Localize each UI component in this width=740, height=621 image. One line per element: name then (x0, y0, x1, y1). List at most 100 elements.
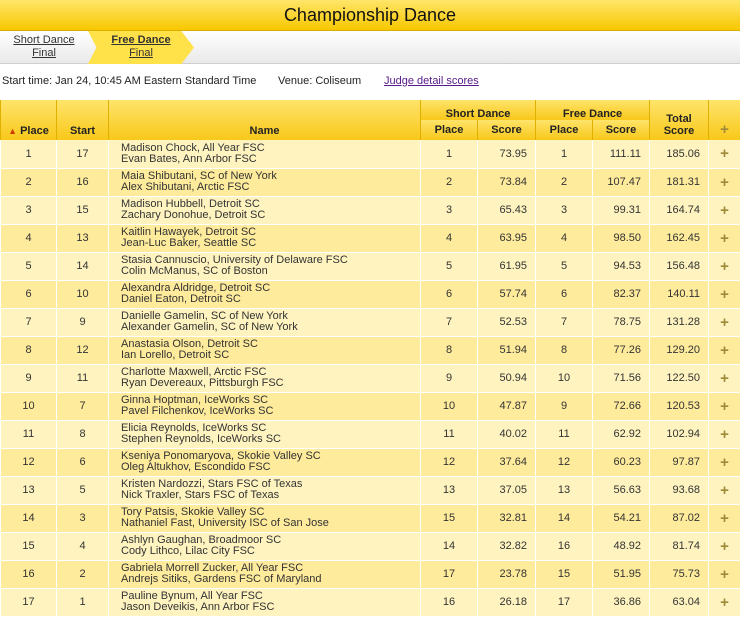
plus-icon[interactable]: + (720, 314, 729, 331)
cell-fd-place: 13 (535, 476, 594, 505)
cell-expand[interactable]: + (708, 252, 740, 281)
cell-expand[interactable]: + (708, 448, 740, 477)
plus-icon[interactable]: + (720, 202, 729, 219)
table-row[interactable]: 2 16 Maia Shibutani, SC of New York Alex Sh… (0, 168, 740, 197)
plus-icon[interactable]: + (720, 594, 729, 611)
plus-icon[interactable]: + (720, 342, 729, 359)
table-row[interactable]: 16 2 Gabriela Morrell Zucker, All Year FSC… (0, 560, 740, 589)
tab-short-dance-sub[interactable]: Final (0, 47, 88, 60)
header-sd-score[interactable]: Score (476, 120, 537, 140)
cell-expand[interactable]: + (708, 392, 740, 421)
cell-expand[interactable]: + (708, 560, 740, 589)
cell-fd-score: 36.86 (592, 588, 651, 617)
cell-expand[interactable]: + (708, 224, 740, 253)
page-title: Championship Dance (0, 0, 740, 31)
cell-expand[interactable]: + (708, 504, 740, 533)
cell-expand[interactable]: + (708, 420, 740, 449)
table-row[interactable]: 13 5 Kristen Nardozzi, Stars FSC of Texas N… (0, 476, 740, 505)
plus-icon[interactable]: + (720, 258, 729, 275)
header-free-dance: Free Dance (535, 100, 651, 120)
plus-icon[interactable]: + (720, 538, 729, 555)
cell-start: 2 (56, 560, 109, 589)
table-row[interactable]: 6 10 Alexandra Aldridge, Detroit SC Daniel … (0, 280, 740, 309)
judge-detail-link[interactable]: Judge detail scores (384, 72, 479, 90)
plus-icon[interactable]: + (720, 230, 729, 247)
header-fd-score[interactable]: Score (592, 120, 651, 140)
plus-icon[interactable]: + (720, 482, 729, 499)
cell-expand[interactable]: + (708, 532, 740, 561)
header-fd-place[interactable]: Place (535, 120, 594, 140)
cell-start: 4 (56, 532, 109, 561)
plus-icon[interactable]: + (720, 145, 729, 162)
tab-short-dance-label[interactable]: Short Dance (0, 34, 88, 47)
cell-total: 102.94 (649, 420, 710, 449)
cell-expand[interactable]: + (708, 364, 740, 393)
cell-place: 11 (0, 420, 57, 449)
plus-icon[interactable]: + (720, 370, 729, 387)
cell-expand[interactable]: + (708, 336, 740, 365)
cell-sd-place: 14 (420, 532, 478, 561)
cell-sd-place: 16 (420, 588, 478, 617)
cell-total: 181.31 (649, 168, 710, 197)
header-name[interactable]: Name (108, 100, 421, 140)
cell-fd-score: 98.50 (592, 224, 651, 253)
header-expand-all[interactable]: + (708, 100, 740, 140)
skater-2: Cody Lithco, Lilac City FSC (121, 545, 255, 557)
cell-total: 75.73 (649, 560, 710, 589)
header-sd-place[interactable]: Place (420, 120, 478, 140)
table-row[interactable]: 17 1 Pauline Bynum, All Year FSC Jason Deve… (0, 588, 740, 617)
header-short-dance: Short Dance (419, 100, 537, 120)
plus-icon[interactable]: + (720, 566, 729, 583)
skater-2: Ian Lorello, Detroit SC (121, 349, 230, 361)
tab-free-dance[interactable]: Free Dance Final (88, 31, 194, 64)
cell-fd-place: 4 (535, 224, 594, 253)
cell-expand[interactable]: + (708, 476, 740, 505)
header-total-score[interactable]: Total Score (649, 100, 710, 140)
cell-sd-score: 57.74 (476, 280, 537, 309)
cell-place: 3 (0, 196, 57, 225)
cell-sd-score: 52.53 (476, 308, 537, 337)
cell-expand[interactable]: + (708, 140, 740, 169)
cell-fd-place: 11 (535, 420, 594, 449)
skater-2: Nick Traxler, Stars FSC of Texas (121, 489, 280, 501)
plus-icon[interactable]: + (720, 426, 729, 443)
plus-icon[interactable]: + (720, 510, 729, 527)
table-row[interactable]: 11 8 Elicia Reynolds, IceWorks SC Stephen R… (0, 420, 740, 449)
cell-name: Ashlyn Gaughan, Broadmoor SC Cody Lithco,… (108, 532, 421, 561)
table-row[interactable]: 5 14 Stasia Cannuscio, University of Delaw… (0, 252, 740, 281)
table-row[interactable]: 3 15 Madison Hubbell, Detroit SC Zachary Do… (0, 196, 740, 225)
cell-expand[interactable]: + (708, 168, 740, 197)
plus-icon[interactable]: + (720, 454, 729, 471)
cell-sd-place: 4 (420, 224, 478, 253)
table-row[interactable]: 8 12 Anastasia Olson, Detroit SC Ian Lorell… (0, 336, 740, 365)
table-row[interactable]: 12 6 Kseniya Ponomaryova, Skokie Valley SC… (0, 448, 740, 477)
plus-icon[interactable]: + (720, 286, 729, 303)
header-total-line2[interactable]: Score (664, 125, 695, 137)
plus-icon[interactable]: + (720, 174, 729, 191)
tab-short-dance[interactable]: Short Dance Final (0, 31, 88, 64)
cell-expand[interactable]: + (708, 588, 740, 617)
cell-expand[interactable]: + (708, 280, 740, 309)
cell-sd-place: 9 (420, 364, 478, 393)
header-start[interactable]: Start (56, 100, 109, 140)
table-row[interactable]: 15 4 Ashlyn Gaughan, Broadmoor SC Cody Lith… (0, 532, 740, 561)
table-row[interactable]: 10 7 Ginna Hoptman, IceWorks SC Pavel Filch… (0, 392, 740, 421)
tab-free-dance-sub[interactable]: Final (88, 47, 194, 60)
table-row[interactable]: 1 17 Madison Chock, All Year FSC Evan Bates… (0, 140, 740, 169)
table-row[interactable]: 9 11 Charlotte Maxwell, Arctic FSC Ryan Dev… (0, 364, 740, 393)
cell-sd-place: 2 (420, 168, 478, 197)
cell-expand[interactable]: + (708, 308, 740, 337)
cell-expand[interactable]: + (708, 196, 740, 225)
header-place-label[interactable]: Place (20, 125, 49, 137)
cell-sd-place: 5 (420, 252, 478, 281)
plus-icon[interactable]: + (720, 121, 729, 138)
header-total-line1[interactable]: Total (666, 113, 691, 125)
plus-icon[interactable]: + (720, 398, 729, 415)
header-place[interactable]: ▲ Place (0, 100, 57, 140)
table-row[interactable]: 14 3 Tory Patsis, Skokie Valley SC Nathanie… (0, 504, 740, 533)
cell-name: Anastasia Olson, Detroit SC Ian Lorello, … (108, 336, 421, 365)
tab-free-dance-label[interactable]: Free Dance (88, 34, 194, 47)
table-row[interactable]: 4 13 Kaitlin Hawayek, Detroit SC Jean-Luc B… (0, 224, 740, 253)
table-row[interactable]: 7 9 Danielle Gamelin, SC of New York Alexan… (0, 308, 740, 337)
skater-2: Colin McManus, SC of Boston (121, 265, 268, 277)
